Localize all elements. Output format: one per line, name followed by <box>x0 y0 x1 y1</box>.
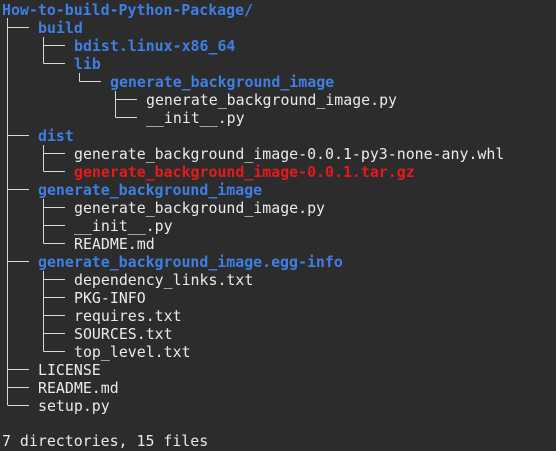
tree-file-package-init: __init__.py <box>74 217 173 235</box>
tree-file-dist-wheel: generate_background_image-0.0.1-py3-none… <box>74 145 505 163</box>
tree-file-pkg-info: PKG-INFO <box>74 289 146 307</box>
tree-dir-egg-info: generate_background_image.egg-info <box>38 253 343 271</box>
tree-dir-lib-package: generate_background_image <box>110 73 335 91</box>
tree-file-package-main: generate_background_image.py <box>74 199 326 217</box>
tree-file-lib-init: __init__.py <box>146 109 245 127</box>
tree-file-license: LICENSE <box>38 361 101 379</box>
tree-file-package-readme: README.md <box>74 235 155 253</box>
tree-dir-bdist: bdist.linux-x86_64 <box>74 37 236 55</box>
tree-file-lib-main: generate_background_image.py <box>146 91 398 109</box>
tree-dir-lib: lib <box>74 55 101 73</box>
tree-dir-package: generate_background_image <box>38 181 263 199</box>
tree-summary: 7 directories, 15 files <box>2 432 209 450</box>
tree-dir-dist: dist <box>38 127 74 145</box>
tree-file-readme: README.md <box>38 379 119 397</box>
tree-root-directory: How-to-build-Python-Package/ <box>2 1 254 19</box>
tree-file-sources: SOURCES.txt <box>74 325 173 343</box>
tree-file-dist-tarball: generate_background_image-0.0.1.tar.gz <box>74 163 415 181</box>
tree-dir-build: build <box>38 19 83 37</box>
tree-file-dependency-links: dependency_links.txt <box>74 271 254 289</box>
tree-file-top-level: top_level.txt <box>74 343 191 361</box>
tree-file-requires: requires.txt <box>74 307 182 325</box>
tree-file-setup: setup.py <box>38 397 110 415</box>
